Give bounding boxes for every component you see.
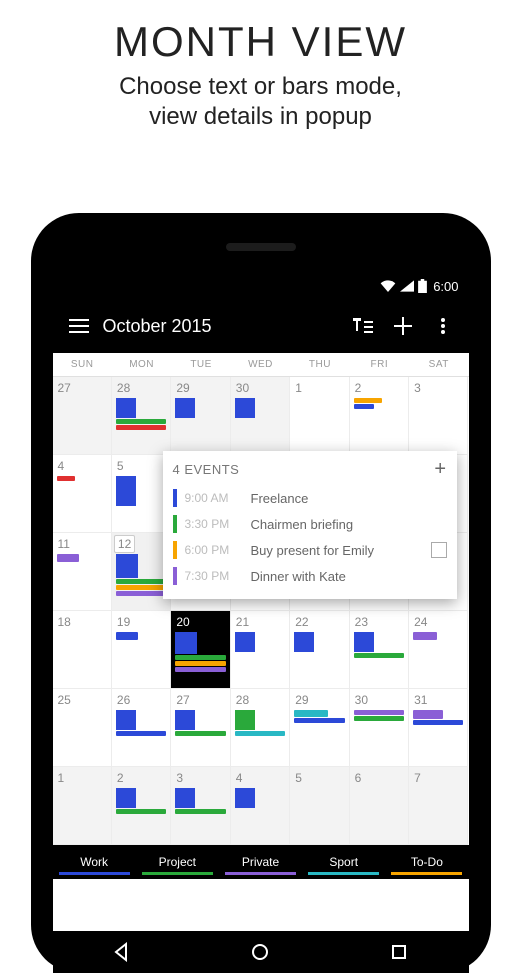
event-time: 3:30 PM <box>185 517 243 531</box>
day-cell[interactable]: 29 <box>290 689 349 767</box>
event-color-bar <box>173 541 177 559</box>
popup-event-row[interactable]: 6:00 PM Buy present for Emily <box>173 537 447 563</box>
weekday-label: WED <box>231 353 290 376</box>
overflow-menu-icon[interactable] <box>423 318 463 334</box>
day-cell[interactable]: 21 <box>231 611 290 689</box>
weekday-label: SAT <box>409 353 468 376</box>
weekday-label: MON <box>112 353 171 376</box>
category-tab-work[interactable]: Work <box>53 845 136 879</box>
battery-icon <box>418 279 427 293</box>
event-time: 6:00 PM <box>185 543 243 557</box>
day-cell[interactable]: 1 <box>53 767 112 845</box>
day-cell[interactable]: 25 <box>53 689 112 767</box>
popup-add-icon[interactable]: + <box>434 459 446 479</box>
day-cell[interactable]: 27 <box>53 377 112 455</box>
event-color-bar <box>173 515 177 533</box>
events-popup: 4 EVENTS + 9:00 AM Freelance 3:30 PM Cha… <box>163 451 457 599</box>
event-label: Buy present for Emily <box>251 543 423 558</box>
day-cell[interactable]: 30 <box>350 689 409 767</box>
event-time: 9:00 AM <box>185 491 243 505</box>
weekday-label: THU <box>290 353 349 376</box>
event-label: Freelance <box>251 491 447 506</box>
day-cell[interactable]: 3 <box>409 377 468 455</box>
day-cell[interactable]: 4 <box>53 455 112 533</box>
add-event-icon[interactable] <box>383 317 423 335</box>
day-cell[interactable]: 18 <box>53 611 112 689</box>
day-cell[interactable]: 28 <box>112 377 171 455</box>
popup-event-row[interactable]: 3:30 PM Chairmen briefing <box>173 511 447 537</box>
phone-speaker <box>226 243 296 251</box>
day-cell[interactable]: 11 <box>53 533 112 611</box>
day-cell[interactable]: 1 <box>290 377 349 455</box>
appbar-title[interactable]: October 2015 <box>103 316 343 337</box>
nav-back-icon[interactable] <box>112 942 132 962</box>
phone-screen: 6:00 October 2015 SUN MON TUE WED THU <box>53 273 469 933</box>
day-cell[interactable]: 2 <box>112 767 171 845</box>
day-cell[interactable]: 23 <box>350 611 409 689</box>
event-color-bar <box>173 567 177 585</box>
event-label: Chairmen briefing <box>251 517 447 532</box>
popup-event-row[interactable]: 9:00 AM Freelance <box>173 485 447 511</box>
day-cell[interactable]: 2 <box>350 377 409 455</box>
day-cell[interactable]: 30 <box>231 377 290 455</box>
nav-recent-icon[interactable] <box>389 942 409 962</box>
weekday-label: TUE <box>171 353 230 376</box>
event-time: 7:30 PM <box>185 569 243 583</box>
day-cell[interactable]: 5 <box>290 767 349 845</box>
day-cell[interactable]: 27 <box>171 689 230 767</box>
signal-icon <box>400 280 414 292</box>
day-cell[interactable]: 31 <box>409 689 468 767</box>
day-cell[interactable]: 6 <box>350 767 409 845</box>
promo-subtitle: Choose text or bars mode, view details i… <box>0 72 521 132</box>
event-checkbox[interactable] <box>431 542 447 558</box>
wifi-icon <box>380 280 396 292</box>
event-label: Dinner with Kate <box>251 569 447 584</box>
day-cell[interactable]: 24 <box>409 611 468 689</box>
day-cell[interactable]: 7 <box>409 767 468 845</box>
day-cell[interactable]: 26 <box>112 689 171 767</box>
android-status-bar: 6:00 <box>53 273 469 299</box>
day-cell[interactable]: 19 <box>112 611 171 689</box>
day-cell-today[interactable]: 20 <box>171 611 230 689</box>
day-cell[interactable]: 3 <box>171 767 230 845</box>
category-strip: Work Project Private Sport To-Do <box>53 845 469 879</box>
phone-frame: 6:00 October 2015 SUN MON TUE WED THU <box>31 213 491 973</box>
weekday-label: SUN <box>53 353 112 376</box>
app-bar: October 2015 <box>53 299 469 353</box>
day-cell[interactable]: 28 <box>231 689 290 767</box>
event-color-bar <box>173 489 177 507</box>
month-grid: 27 28 29 30 1 2 3 4 5 6 7 8 9 10 11 12 1… <box>53 377 469 845</box>
category-tab-private[interactable]: Private <box>219 845 302 879</box>
popup-event-row[interactable]: 7:30 PM Dinner with Kate <box>173 563 447 589</box>
status-time: 6:00 <box>433 279 458 294</box>
promo-title: MONTH VIEW <box>0 18 521 66</box>
android-nav-bar <box>53 931 469 973</box>
category-tab-project[interactable]: Project <box>136 845 219 879</box>
toggle-text-mode-icon[interactable] <box>343 318 383 334</box>
day-cell[interactable]: 4 <box>231 767 290 845</box>
day-cell[interactable]: 29 <box>171 377 230 455</box>
day-cell[interactable]: 22 <box>290 611 349 689</box>
weekday-header: SUN MON TUE WED THU FRI SAT <box>53 353 469 377</box>
menu-icon[interactable] <box>59 319 99 333</box>
weekday-label: FRI <box>350 353 409 376</box>
category-tab-sport[interactable]: Sport <box>302 845 385 879</box>
category-tab-todo[interactable]: To-Do <box>385 845 468 879</box>
popup-title: 4 EVENTS <box>173 462 240 477</box>
nav-home-icon[interactable] <box>250 942 270 962</box>
